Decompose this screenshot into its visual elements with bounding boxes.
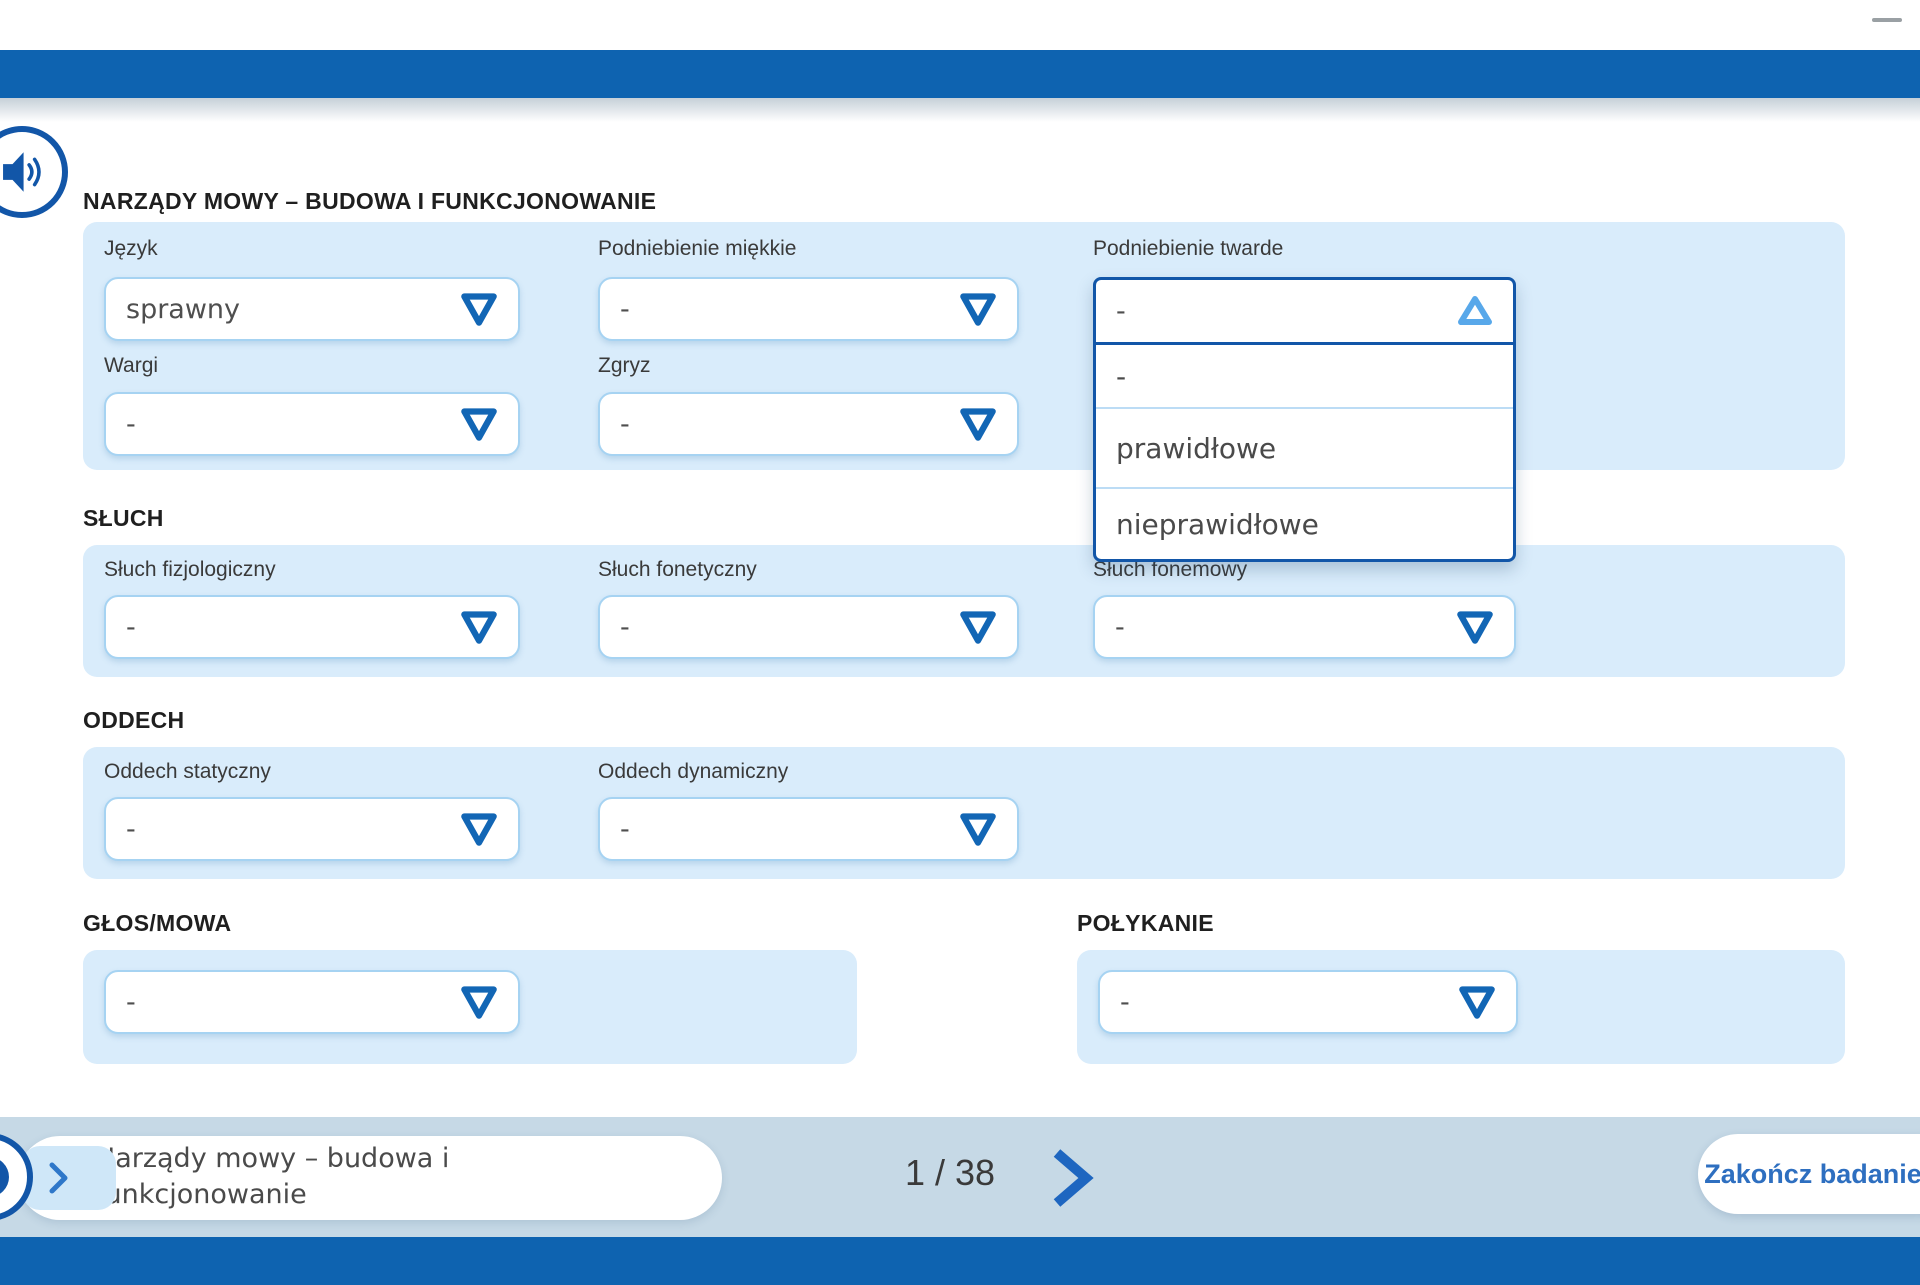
- dropdown-value: -: [600, 814, 630, 845]
- chevron-down-icon: [456, 288, 502, 330]
- chevron-down-icon: [955, 288, 1001, 330]
- dropdown-selected-value: -: [1096, 296, 1126, 327]
- dropdown-podniebienie-miekkie[interactable]: -: [598, 277, 1019, 341]
- top-bar-shadow: [0, 98, 1920, 122]
- dropdown-selected-row[interactable]: -: [1096, 280, 1513, 345]
- dropdown-option-dash[interactable]: -: [1096, 345, 1513, 407]
- label-oddech-dynamiczny: Oddech dynamiczny: [598, 760, 788, 784]
- chevron-down-icon: [955, 808, 1001, 850]
- sections-menu-button[interactable]: [22, 1146, 116, 1210]
- label-jezyk: Język: [104, 237, 158, 261]
- label-podniebienie-twarde: Podniebienie twarde: [1093, 237, 1283, 261]
- dropdown-wargi[interactable]: -: [104, 392, 520, 456]
- dropdown-value: -: [1095, 612, 1125, 643]
- audio-button[interactable]: [0, 126, 68, 218]
- chevron-down-icon: [456, 808, 502, 850]
- top-blue-bar: [0, 50, 1920, 98]
- dropdown-value: -: [106, 987, 136, 1018]
- dropdown-value: -: [600, 294, 630, 325]
- current-section-title-line2: funkcjonowanie: [95, 1177, 449, 1213]
- dropdown-value: -: [106, 612, 136, 643]
- chevron-down-icon: [1454, 981, 1500, 1023]
- chevron-down-icon: [456, 403, 502, 445]
- chevron-right-icon: [48, 1161, 70, 1195]
- current-section-title: Narządy mowy – budowa i funkcjonowanie: [95, 1141, 449, 1213]
- chevron-down-icon: [456, 981, 502, 1023]
- dropdown-jezyk-value: sprawny: [106, 294, 240, 325]
- dropdown-sluch-fonetyczny[interactable]: -: [598, 595, 1019, 659]
- dropdown-value: -: [106, 409, 136, 440]
- dropdown-value: -: [600, 612, 630, 643]
- dropdown-value: -: [1100, 987, 1130, 1018]
- next-page-button[interactable]: [1048, 1146, 1096, 1210]
- minimize-icon[interactable]: [1872, 18, 1902, 22]
- section-heading-narzady-mowy: NARZĄDY MOWY – BUDOWA I FUNKCJONOWANIE: [83, 188, 656, 215]
- current-section-pill: Narządy mowy – budowa i funkcjonowanie: [18, 1136, 722, 1220]
- chevron-up-icon: [1453, 291, 1497, 331]
- section-heading-polykanie: POŁYKANIE: [1077, 910, 1214, 937]
- label-sluch-fonetyczny: Słuch fonetyczny: [598, 558, 757, 582]
- dropdown-glos-mowa[interactable]: -: [104, 970, 520, 1034]
- section-heading-oddech: ODDECH: [83, 707, 184, 734]
- dropdown-polykanie[interactable]: -: [1098, 970, 1518, 1034]
- dropdown-value: -: [600, 409, 630, 440]
- chevron-down-icon: [955, 403, 1001, 445]
- label-oddech-statyczny: Oddech statyczny: [104, 760, 271, 784]
- footer-blue-strip: [0, 1237, 1920, 1285]
- dropdown-jezyk[interactable]: sprawny: [104, 277, 520, 341]
- chevron-down-icon: [955, 606, 1001, 648]
- label-podniebienie-miekkie: Podniebienie miękkie: [598, 237, 796, 261]
- label-sluch-fizjologiczny: Słuch fizjologiczny: [104, 558, 276, 582]
- chevron-down-icon: [456, 606, 502, 648]
- dropdown-sluch-fizjologiczny[interactable]: -: [104, 595, 520, 659]
- section-heading-glos-mowa: GŁOS/MOWA: [83, 910, 231, 937]
- section-heading-sluch: SŁUCH: [83, 505, 164, 532]
- dropdown-oddech-dynamiczny[interactable]: -: [598, 797, 1019, 861]
- dropdown-oddech-statyczny[interactable]: -: [104, 797, 520, 861]
- app-window: NARZĄDY MOWY – BUDOWA I FUNKCJONOWANIE J…: [0, 0, 1920, 1285]
- dropdown-option-nieprawidlowe[interactable]: nieprawidłowe: [1096, 487, 1513, 559]
- record-dot-icon: [0, 1157, 9, 1197]
- dropdown-value: -: [106, 814, 136, 845]
- label-wargi: Wargi: [104, 354, 158, 378]
- dropdown-option-prawidlowe[interactable]: prawidłowe: [1096, 407, 1513, 487]
- label-zgryz: Zgryz: [598, 354, 651, 378]
- finish-exam-label: Zakończ badanie: [1704, 1159, 1920, 1190]
- dropdown-sluch-fonemowy[interactable]: -: [1093, 595, 1516, 659]
- dropdown-zgryz[interactable]: -: [598, 392, 1019, 456]
- page-indicator: 1 / 38: [870, 1152, 1030, 1194]
- speaker-icon: [0, 142, 52, 202]
- dropdown-podniebienie-twarde-open[interactable]: - - prawidłowe nieprawidłowe: [1093, 277, 1516, 562]
- finish-exam-button[interactable]: Zakończ badanie: [1698, 1134, 1920, 1214]
- chevron-down-icon: [1452, 606, 1498, 648]
- chevron-right-icon: [1057, 1153, 1086, 1203]
- current-section-title-line1: Narządy mowy – budowa i: [95, 1141, 449, 1177]
